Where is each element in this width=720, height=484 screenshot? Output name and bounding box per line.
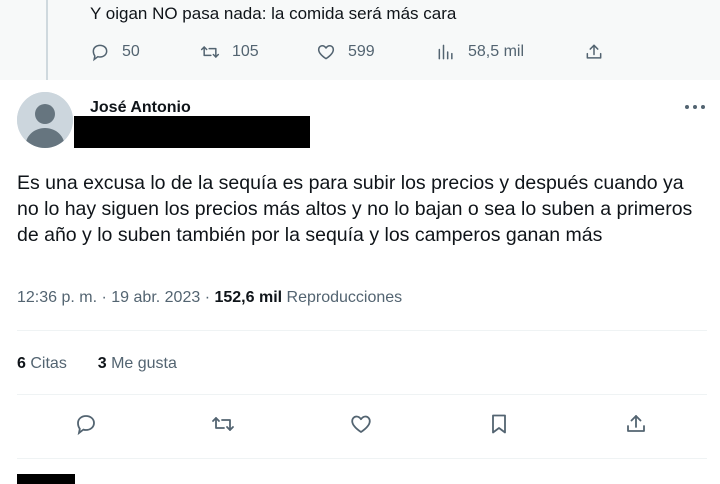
heart-icon [351,415,371,433]
bookmark-action-button[interactable] [487,412,513,438]
avatar[interactable] [17,92,73,148]
meta-separator: · [101,289,107,306]
retweet-action-button[interactable] [211,412,237,438]
retweet-icon [200,46,220,58]
divider [17,330,707,331]
tweet-stats: 6 Citas 3 Me gusta [17,355,177,373]
views-button[interactable]: 58,5 mil [436,40,524,64]
more-options-button[interactable] [682,96,708,118]
like-action-button[interactable] [349,412,375,438]
tweet-views-count: 152,6 mil [214,289,283,306]
share-icon [627,415,645,432]
likes-count: 3 [97,355,107,372]
retweet-count: 105 [232,43,259,60]
share-button[interactable] [584,40,616,64]
bookmark-icon [492,414,506,434]
quotes-link[interactable]: 6 Citas [17,355,71,372]
divider [17,458,707,459]
tweet-date[interactable]: 19 abr. 2023 [111,289,200,306]
likes-label: Me gusta [111,355,177,372]
retweet-button[interactable]: 105 [200,40,259,64]
thread-line [46,0,48,80]
tweet-views-label: Reproducciones [286,289,403,306]
reply-icon [92,44,108,62]
more-icon [685,105,705,109]
heart-icon [317,45,335,60]
tweet-text: Es una excusa lo de la sequía es para su… [17,172,693,246]
views-chart-icon [438,44,453,60]
quotes-count: 6 [17,355,26,372]
like-button[interactable]: 599 [316,40,375,64]
retweet-icon [212,417,234,431]
views-count: 58,5 mil [468,43,525,60]
share-icon [586,44,602,59]
meta-separator-2: · [204,289,211,306]
like-count: 599 [348,43,375,60]
previous-tweet-text: Y oigan NO pasa nada: la comida será más… [90,4,457,23]
default-avatar-icon [17,92,73,148]
tweet-meta: 12:36 p. m. · 19 abr. 2023 · 152,6 mil R… [17,289,402,307]
reply-button[interactable]: 50 [90,40,140,64]
divider [17,394,707,395]
redacted-handle [74,116,310,148]
reply-icon [77,415,95,436]
author-name[interactable]: José Antonio [90,99,191,117]
reply-count: 50 [122,43,140,60]
quotes-label: Citas [30,355,67,372]
previous-tweet-actions: 50 105 599 58,5 mil [90,40,610,64]
share-action-button[interactable] [624,412,650,438]
tweet-time[interactable]: 12:36 p. m. [17,289,97,306]
previous-tweet[interactable]: Y oigan NO pasa nada: la comida será más… [0,0,720,80]
next-reply-avatar-partial [17,474,75,484]
likes-link[interactable]: 3 Me gusta [98,355,177,372]
reply-action-button[interactable] [74,412,100,438]
